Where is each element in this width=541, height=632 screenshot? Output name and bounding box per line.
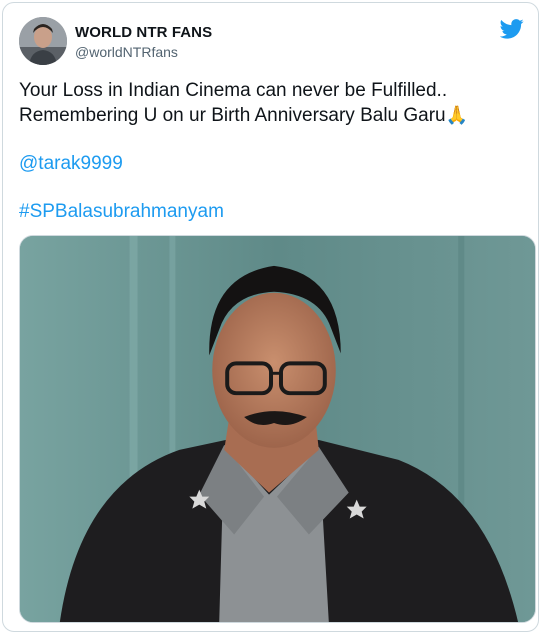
author-handle[interactable]: @worldNTRfans bbox=[75, 44, 178, 60]
profile-avatar[interactable] bbox=[19, 17, 67, 65]
tweet-photo[interactable] bbox=[19, 235, 536, 623]
twitter-bird-icon[interactable] bbox=[500, 19, 524, 39]
tweet-text-line-2-text: Remembering U on ur Birth Anniversary Ba… bbox=[19, 105, 446, 126]
tweet-text: Your Loss in Indian Cinema can never be … bbox=[19, 79, 524, 128]
profile-photo-icon bbox=[19, 17, 67, 65]
mention-link[interactable]: @tarak9999 bbox=[19, 153, 123, 175]
tweet-card[interactable]: WORLD NTR FANS @worldNTRfans Your Loss i… bbox=[2, 2, 539, 632]
author-display-name[interactable]: WORLD NTR FANS bbox=[75, 24, 212, 41]
tweet-text-line-1: Your Loss in Indian Cinema can never be … bbox=[19, 80, 448, 101]
folded-hands-emoji: 🙏 bbox=[445, 105, 469, 125]
hashtag-link[interactable]: #SPBalasubrahmanyam bbox=[19, 201, 224, 223]
portrait-photo-icon bbox=[20, 236, 535, 622]
tweet-text-line-2: Remembering U on ur Birth Anniversary Ba… bbox=[19, 103, 524, 128]
